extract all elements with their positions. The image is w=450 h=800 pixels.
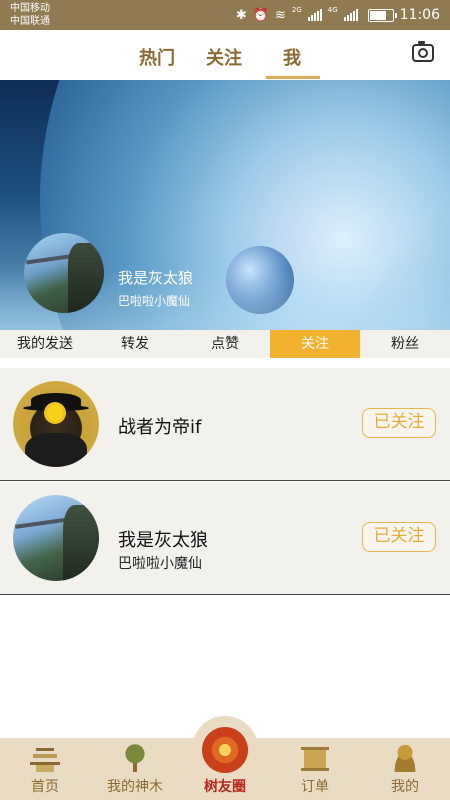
person-icon: [390, 744, 420, 772]
bluetooth-icon: ✱: [235, 7, 247, 23]
wifi-icon: ≋: [274, 7, 286, 23]
profile-sub-tabs: 我的发送 转发 点赞 关注 粉丝: [0, 330, 450, 358]
profile-banner: 我是灰太狼 巴啦啦小魔仙: [0, 80, 450, 330]
camera-icon[interactable]: [412, 41, 434, 62]
status-indicators: ✱ ⏰ ≋ 2G 4G 11:06: [236, 0, 440, 30]
user-subtitle: 巴啦啦小魔仙: [118, 556, 202, 572]
tree-icon: [120, 744, 150, 772]
nav-tree-friends-label[interactable]: 树友圈: [180, 776, 270, 796]
list-item[interactable]: 我是灰太狼 巴啦啦小魔仙 已关注: [0, 482, 450, 595]
profile-subtitle: 巴啦啦小魔仙: [118, 294, 191, 308]
tab-me[interactable]: 我: [283, 44, 301, 70]
user-avatar[interactable]: [13, 495, 99, 581]
carrier-info: 中国移动 中国联通: [10, 2, 50, 28]
circle-emblem-icon[interactable]: [202, 727, 248, 773]
user-name: 我是灰太狼: [118, 530, 208, 551]
nav-home[interactable]: 首页: [0, 738, 90, 800]
signal-icon-2: [343, 9, 358, 21]
nav-orders-label: 订单: [301, 779, 329, 795]
active-tab-indicator: [266, 76, 320, 79]
clock: 11:06: [399, 7, 440, 23]
followed-button[interactable]: 已关注: [362, 408, 436, 438]
list-item[interactable]: 战者为帝if 已关注: [0, 368, 450, 481]
temple-icon: [30, 744, 60, 772]
status-bar: 中国移动 中国联通 ✱ ⏰ ≋ 2G 4G 11:06: [0, 0, 450, 30]
followed-button[interactable]: 已关注: [362, 522, 436, 552]
network-type-1: 2G: [291, 6, 302, 14]
subtab-my-posts[interactable]: 我的发送: [0, 330, 90, 358]
user-avatar[interactable]: [13, 381, 99, 467]
subtab-likes[interactable]: 点赞: [180, 330, 270, 358]
nav-home-label: 首页: [31, 779, 59, 795]
tab-hot[interactable]: 热门: [139, 44, 175, 70]
subtab-fans[interactable]: 粉丝: [360, 330, 450, 358]
top-nav: 热门 关注 我: [0, 30, 450, 80]
signal-icon: [307, 9, 322, 21]
tab-following[interactable]: 关注: [206, 44, 242, 70]
nav-my-tree[interactable]: 我的神木: [90, 738, 180, 800]
carrier-2: 中国联通: [10, 16, 50, 27]
nav-orders[interactable]: 订单: [270, 738, 360, 800]
profile-name: 我是灰太狼: [118, 269, 194, 287]
subtab-reposts[interactable]: 转发: [90, 330, 180, 358]
nav-mine-label: 我的: [391, 779, 419, 795]
battery-icon: [367, 8, 397, 22]
network-type-2: 4G: [327, 6, 338, 14]
scroll-icon: [300, 744, 330, 772]
profile-avatar[interactable]: [24, 233, 104, 313]
subtab-following[interactable]: 关注: [270, 330, 360, 358]
nav-mine[interactable]: 我的: [360, 738, 450, 800]
carrier-1: 中国移动: [10, 3, 50, 14]
nav-my-tree-label: 我的神木: [107, 779, 163, 795]
user-name: 战者为帝if: [118, 417, 202, 438]
alarm-icon: ⏰: [252, 7, 269, 23]
